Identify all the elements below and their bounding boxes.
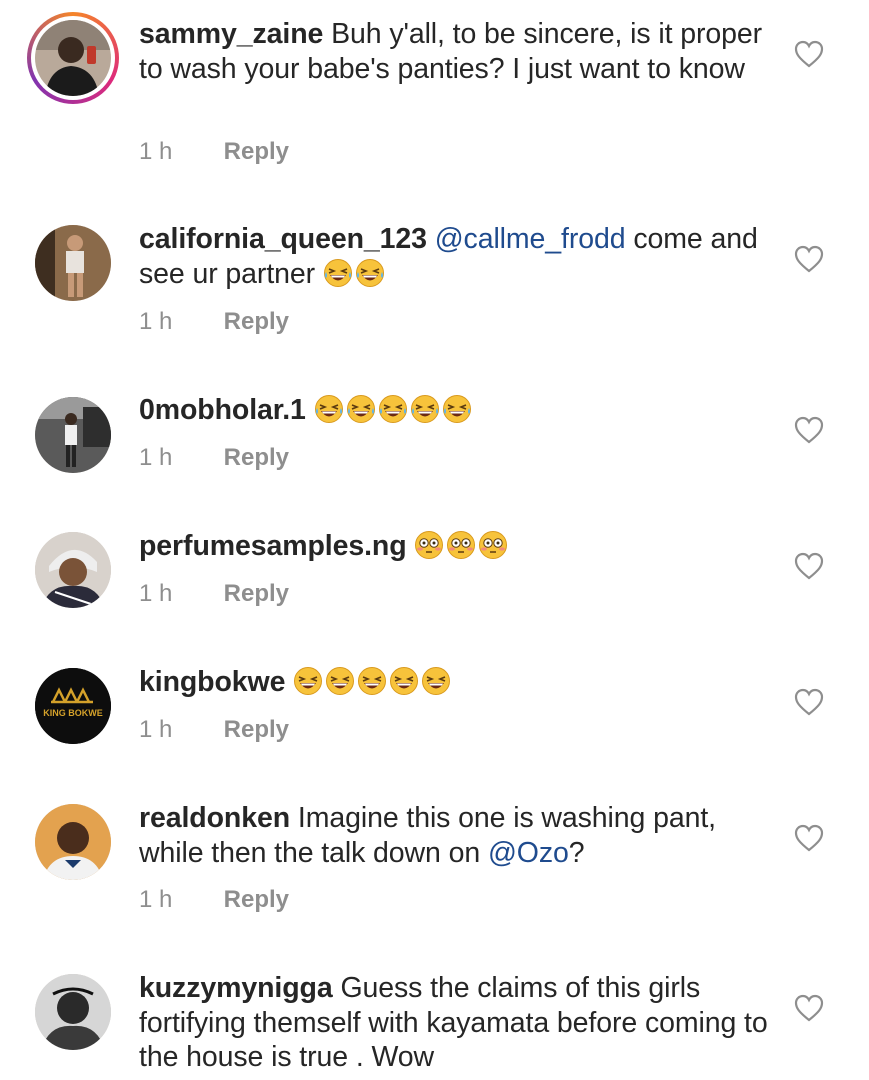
heart-outline-icon[interactable] <box>794 824 824 852</box>
heart-outline-icon[interactable] <box>794 416 824 444</box>
comment-username[interactable]: 0mobholar.1 <box>139 394 306 426</box>
avatar[interactable] <box>35 532 111 608</box>
rolling-on-floor-laughing-emoji-icon <box>442 395 471 423</box>
user-photo-avatar-icon <box>35 225 111 301</box>
comment-text-suffix: ? <box>568 836 585 869</box>
rolling-on-floor-laughing-emoji-icon <box>314 395 343 423</box>
avatar[interactable] <box>35 974 111 1050</box>
rolling-on-floor-laughing-emoji-icon <box>378 395 407 423</box>
comment-username[interactable]: perfumesamples.ng <box>139 530 407 562</box>
reply-button[interactable]: Reply <box>224 444 289 471</box>
comment-username[interactable]: realdonken <box>139 802 290 834</box>
avatar[interactable] <box>27 12 119 104</box>
comment-username[interactable]: california_queen_123 <box>139 223 427 255</box>
grinning-squinting-face-emoji-icon <box>422 667 451 695</box>
comment-username[interactable]: kingbokwe <box>139 666 285 698</box>
mention-link[interactable]: @callme_frodd <box>435 223 626 255</box>
reply-button[interactable]: Reply <box>224 138 289 165</box>
user-photo-avatar-icon <box>35 397 111 473</box>
rolling-on-floor-laughing-emoji-icon <box>410 395 439 423</box>
grinning-squinting-face-emoji-icon <box>294 667 323 695</box>
user-photo-avatar-icon <box>35 20 111 96</box>
reply-button[interactable]: Reply <box>224 308 289 335</box>
reply-button[interactable]: Reply <box>224 580 289 607</box>
comment-username[interactable]: kuzzymynigga <box>139 972 333 1004</box>
rolling-on-floor-laughing-emoji-icon <box>346 395 375 423</box>
user-photo-avatar-icon <box>35 974 111 1050</box>
grinning-squinting-face-emoji-icon <box>358 667 387 695</box>
comment-timestamp: 1 h <box>139 580 173 607</box>
emoji-group <box>323 258 387 290</box>
user-photo-avatar-icon <box>35 804 111 880</box>
emoji-group <box>293 666 453 698</box>
heart-outline-icon[interactable] <box>794 552 824 580</box>
mention-link[interactable]: @Ozo <box>488 837 569 869</box>
comment-username[interactable]: sammy_zaine <box>139 18 323 50</box>
comment-timestamp: 1 h <box>139 886 173 913</box>
user-photo-avatar-icon <box>35 532 111 608</box>
comment-timestamp: 1 h <box>139 308 173 335</box>
avatar[interactable] <box>35 804 111 880</box>
avatar[interactable] <box>35 225 111 301</box>
flushed-face-emoji-icon <box>479 531 508 559</box>
grinning-squinting-face-emoji-icon <box>326 667 355 695</box>
emoji-group <box>314 394 474 426</box>
reply-button[interactable]: Reply <box>224 716 289 743</box>
heart-outline-icon[interactable] <box>794 994 824 1022</box>
comment-timestamp: 1 h <box>139 444 173 471</box>
avatar[interactable] <box>35 397 111 473</box>
reply-button[interactable]: Reply <box>224 886 289 913</box>
svg-text:KING BOKWE: KING BOKWE <box>43 708 103 718</box>
emoji-group <box>414 530 510 562</box>
rolling-on-floor-laughing-emoji-icon <box>355 258 384 287</box>
comment-timestamp: 1 h <box>139 138 173 165</box>
rolling-on-floor-laughing-emoji-icon <box>323 258 352 287</box>
avatar[interactable]: KING BOKWE <box>35 668 111 744</box>
heart-outline-icon[interactable] <box>794 688 824 716</box>
flushed-face-emoji-icon <box>447 531 476 559</box>
flushed-face-emoji-icon <box>415 531 444 559</box>
king-bokwe-logo-icon: KING BOKWE <box>35 668 111 744</box>
grinning-squinting-face-emoji-icon <box>390 667 419 695</box>
heart-outline-icon[interactable] <box>794 40 824 68</box>
comment-timestamp: 1 h <box>139 716 173 743</box>
heart-outline-icon[interactable] <box>794 245 824 273</box>
